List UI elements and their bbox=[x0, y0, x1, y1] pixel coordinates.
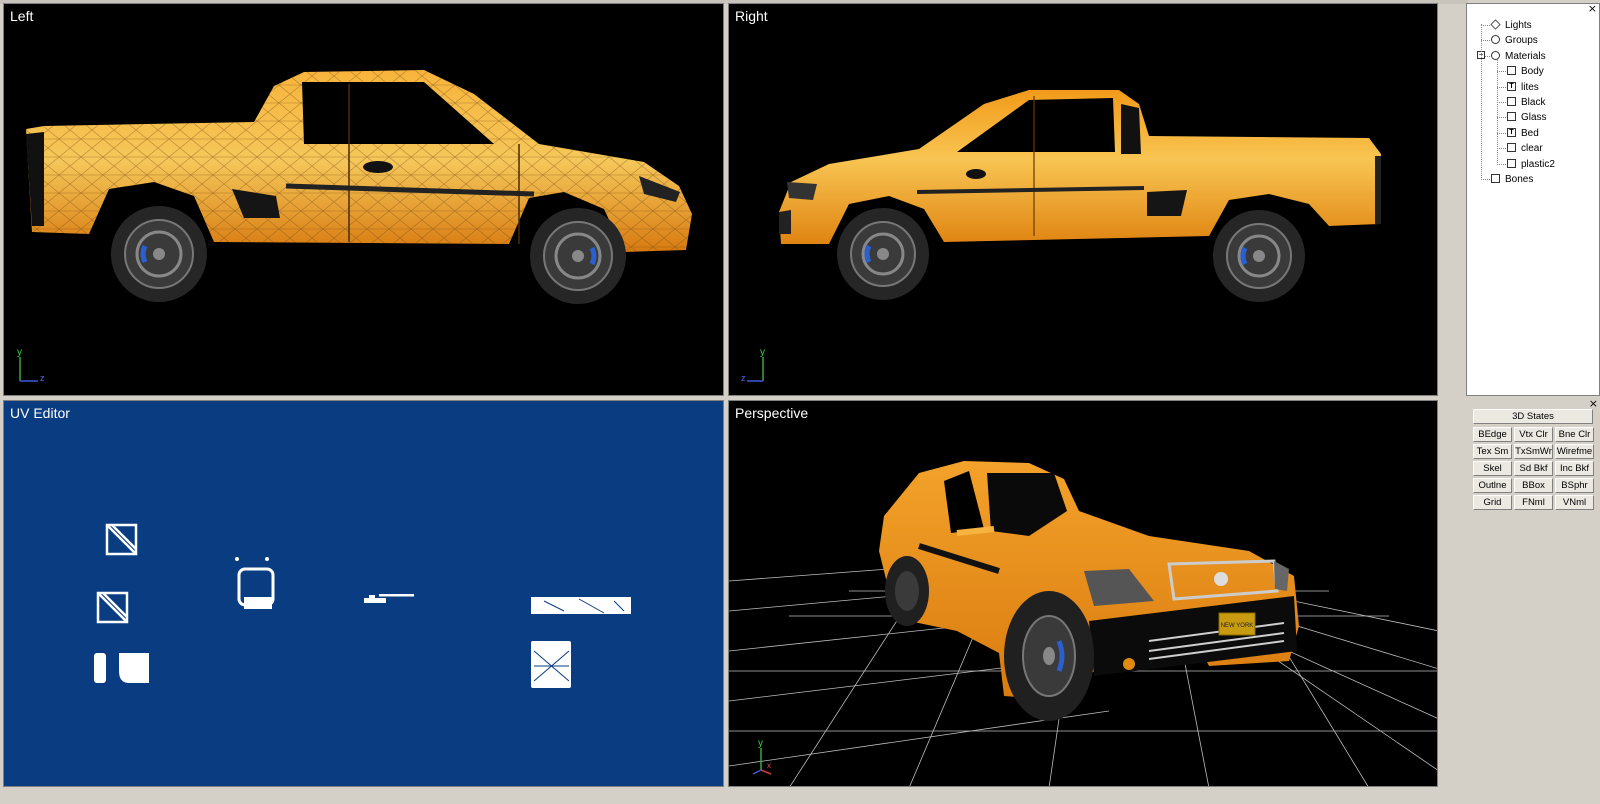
grid-toggle-button[interactable]: Grid bbox=[1473, 495, 1512, 510]
vnml-toggle-button[interactable]: VNml bbox=[1555, 495, 1594, 510]
svg-text:z: z bbox=[40, 373, 45, 383]
material-swatch-icon bbox=[1507, 66, 1516, 76]
material-swatch-icon bbox=[1507, 96, 1516, 106]
sd-bkf-toggle-button[interactable]: Sd Bkf bbox=[1514, 461, 1553, 476]
svg-text:NEW YORK: NEW YORK bbox=[1221, 623, 1254, 629]
inc-bkf-toggle-button[interactable]: Inc Bkf bbox=[1555, 461, 1594, 476]
svg-text:y: y bbox=[758, 738, 763, 749]
close-icon[interactable]: × bbox=[1589, 398, 1598, 409]
wheel-rear bbox=[111, 206, 207, 302]
viewport-title: Left bbox=[10, 8, 34, 24]
tree-item-label: Glass bbox=[1521, 112, 1547, 124]
car-side-render-right bbox=[779, 90, 1381, 302]
svg-text:y: y bbox=[17, 347, 22, 358]
viewport-left[interactable]: Left y z bbox=[3, 3, 724, 396]
txsmwr-toggle-button[interactable]: TxSmWr bbox=[1514, 444, 1553, 459]
scene-tree-panel: × Lights Groups Materials − Body Tlites Black G… bbox=[1466, 3, 1600, 396]
outlne-toggle-button[interactable]: Outlne bbox=[1473, 478, 1512, 493]
tex-sm-toggle-button[interactable]: Tex Sm bbox=[1473, 444, 1512, 459]
material-swatch-icon bbox=[1507, 158, 1516, 168]
tree-connector bbox=[1481, 24, 1482, 178]
states-panel: × 3D States BEdge Vtx Clr Bne Clr Tex Sm TxS… bbox=[1466, 398, 1600, 804]
material-icon bbox=[1491, 50, 1500, 60]
car-side-render-left bbox=[26, 70, 692, 304]
bbox-toggle-button[interactable]: BBox bbox=[1514, 478, 1553, 493]
tree-connector bbox=[1481, 178, 1490, 180]
viewport-uv-editor[interactable]: UV Editor bbox=[3, 400, 724, 787]
tree-connector bbox=[1497, 58, 1498, 163]
tree-item-label: Black bbox=[1521, 96, 1546, 108]
texture-material-icon: T bbox=[1507, 81, 1516, 91]
material-swatch-icon bbox=[1507, 112, 1516, 122]
tree-item-label: Bones bbox=[1505, 173, 1534, 185]
texture-material-icon: T bbox=[1507, 127, 1516, 137]
tree-connector bbox=[1481, 25, 1490, 26]
skel-toggle-button[interactable]: Skel bbox=[1473, 461, 1512, 476]
bsphr-toggle-button[interactable]: BSphr bbox=[1555, 478, 1594, 493]
wheel-rear bbox=[885, 556, 929, 626]
uv-island-squares bbox=[96, 523, 138, 624]
viewport-title: UV Editor bbox=[10, 405, 70, 421]
tree-item-label: Lights bbox=[1505, 20, 1532, 31]
tree-connector bbox=[1497, 71, 1506, 73]
svg-text:x: x bbox=[767, 761, 771, 770]
bne-clr-toggle-button[interactable]: Bne Clr bbox=[1555, 427, 1594, 442]
axis-gizmo: y x bbox=[752, 738, 772, 775]
material-swatch-icon bbox=[1507, 143, 1516, 153]
tree-item-label: Body bbox=[1521, 66, 1544, 78]
fnml-toggle-button[interactable]: FNml bbox=[1514, 495, 1553, 510]
svg-text:z: z bbox=[741, 373, 746, 383]
viewport-perspective[interactable]: Perspective NEW YORK y x bbox=[728, 400, 1438, 787]
uv-island-shapes bbox=[94, 557, 631, 688]
tree-connector bbox=[1497, 117, 1506, 119]
bone-icon bbox=[1491, 173, 1500, 183]
wheel-front bbox=[530, 208, 626, 304]
tree-item-label: lites bbox=[1521, 81, 1539, 93]
tree-connector bbox=[1481, 40, 1490, 42]
tree-connector bbox=[1497, 132, 1506, 134]
wheel-front bbox=[837, 208, 929, 300]
tree-item-label: clear bbox=[1521, 143, 1543, 155]
tree-item-label: Bed bbox=[1521, 127, 1539, 139]
close-icon[interactable]: × bbox=[1588, 3, 1597, 14]
car-perspective-render: NEW YORK bbox=[729, 461, 1437, 786]
tree-item-label: plastic2 bbox=[1521, 158, 1555, 170]
wheel-rear bbox=[1213, 210, 1305, 302]
tree-item-label: Groups bbox=[1505, 35, 1538, 47]
svg-text:y: y bbox=[760, 347, 765, 358]
bedge-toggle-button[interactable]: BEdge bbox=[1473, 427, 1512, 442]
group-icon bbox=[1491, 35, 1500, 45]
tree-connector bbox=[1497, 86, 1506, 88]
viewport-title: Perspective bbox=[735, 405, 809, 421]
3d-states-header-button[interactable]: 3D States bbox=[1473, 409, 1593, 424]
vtx-clr-toggle-button[interactable]: Vtx Clr bbox=[1514, 427, 1553, 442]
light-icon bbox=[1490, 19, 1501, 30]
viewport-title: Right bbox=[735, 8, 768, 24]
wirefme-toggle-button[interactable]: Wirefme bbox=[1555, 444, 1594, 459]
wheel-front bbox=[1004, 591, 1094, 721]
tree-connector bbox=[1497, 148, 1506, 150]
tree-connector bbox=[1497, 101, 1506, 103]
axis-gizmo: y z bbox=[17, 347, 45, 383]
tree-item-label: Materials bbox=[1505, 50, 1546, 62]
axis-gizmo: y z bbox=[741, 347, 765, 383]
viewport-right[interactable]: Right y z bbox=[728, 3, 1438, 396]
tree-connector bbox=[1497, 163, 1506, 165]
uv-islands bbox=[94, 523, 631, 688]
